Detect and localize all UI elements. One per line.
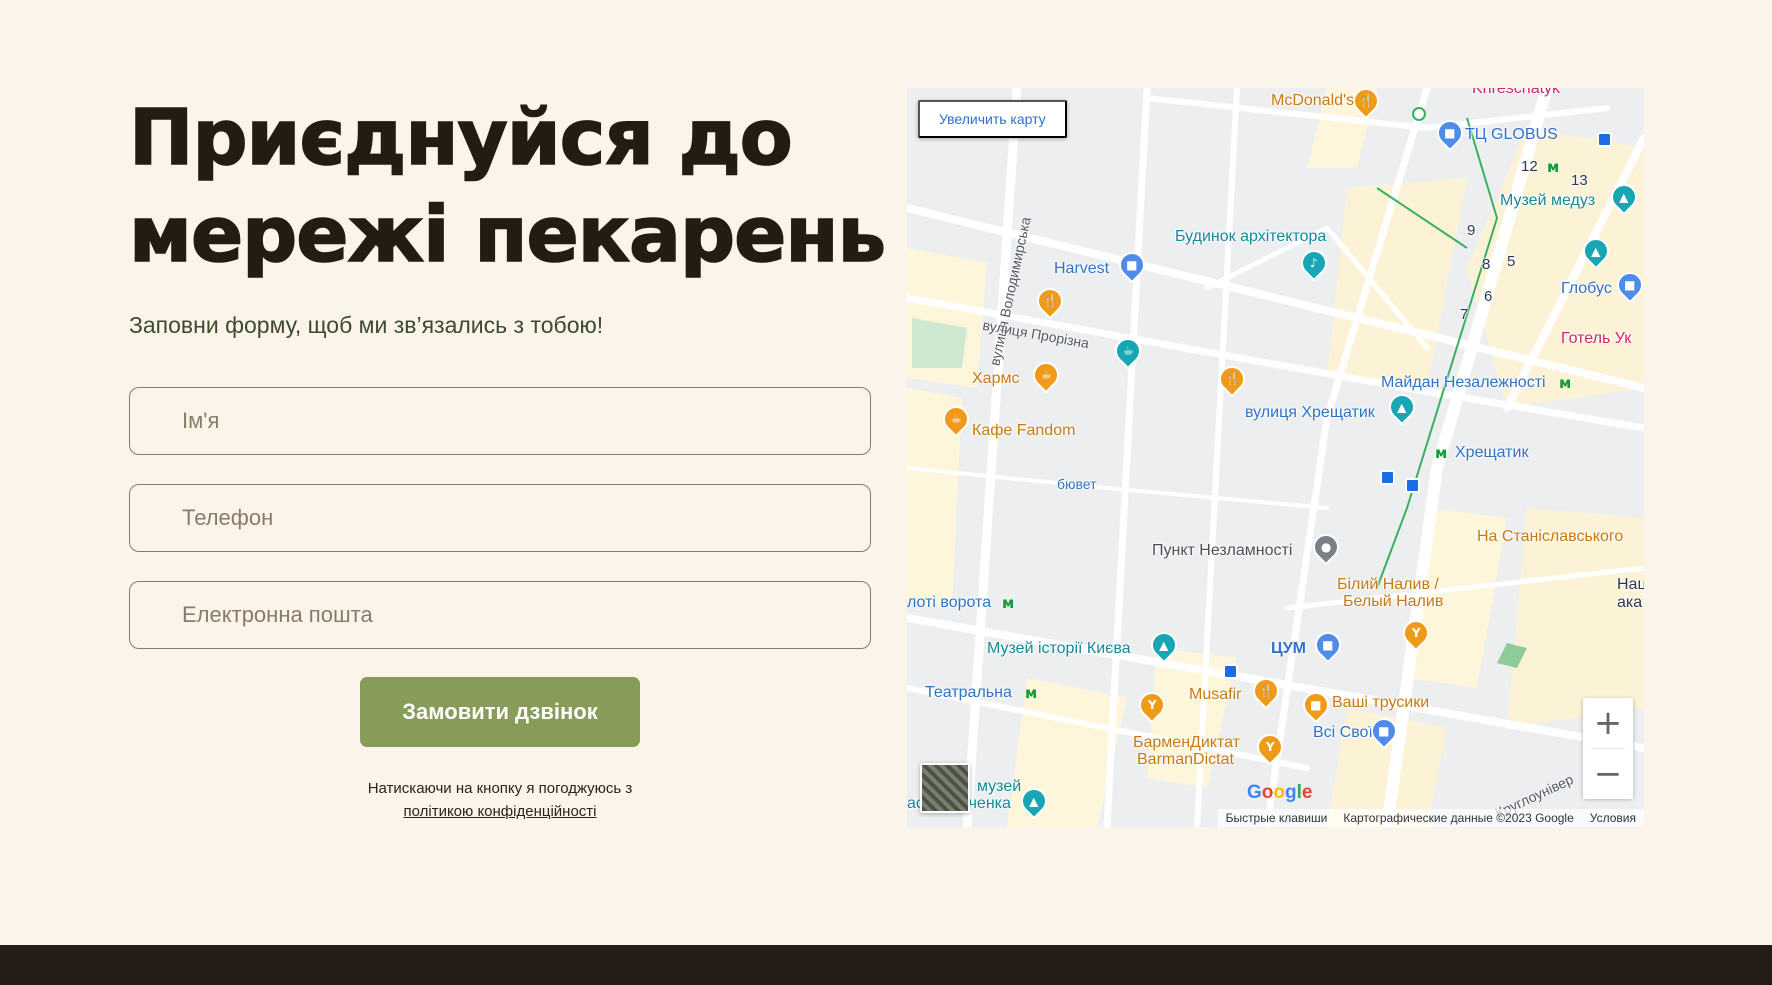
enlarge-map-button[interactable]: Увеличить карту: [918, 100, 1067, 138]
metro-icon: м: [1025, 684, 1038, 702]
map-attribution: Быстрые клавиши Картографические данные …: [1217, 809, 1644, 827]
email-field-wrapper: [129, 581, 871, 649]
bus-stop-icon[interactable]: [1405, 478, 1420, 493]
name-input[interactable]: [182, 388, 870, 454]
poi-vashi[interactable]: Ваші трусики: [1332, 694, 1429, 712]
num-7: 7: [1460, 306, 1469, 323]
zoom-out-button[interactable]: −: [1583, 749, 1633, 799]
poi-fandom[interactable]: Кафе Fandom: [972, 422, 1075, 440]
poi-buvet: бювет: [1057, 476, 1097, 492]
bus-stop-icon[interactable]: [1223, 664, 1238, 679]
bus-stop-icon[interactable]: [1597, 132, 1612, 147]
google-map[interactable]: Увеличить карту вулиця Володимирська вул…: [907, 88, 1644, 827]
poi-barmen-1[interactable]: БарменДиктат: [1133, 734, 1240, 752]
poi-hotel[interactable]: Готель Ук: [1561, 330, 1631, 348]
metro-icon: м: [1002, 594, 1015, 612]
poi-muzei-medusa[interactable]: Музей медуз: [1500, 192, 1595, 210]
poi-vsi-svoi[interactable]: Всі Свої: [1313, 724, 1373, 742]
poi-nas-1: Нац: [1617, 576, 1644, 593]
poi-globus[interactable]: Глобус: [1561, 280, 1612, 298]
submit-wrap: Замовити дзвінок: [129, 677, 871, 747]
bus-stop-icon[interactable]: [1380, 470, 1395, 485]
num-12: 12: [1521, 158, 1538, 175]
keyboard-shortcuts-link[interactable]: Быстрые клавиши: [1226, 811, 1328, 825]
metro-icon: м: [1435, 444, 1448, 462]
map-data-text: Картографические данные ©2023 Google: [1343, 811, 1574, 825]
poi-nas-2: ака: [1617, 594, 1643, 611]
poi-harvest[interactable]: Harvest: [1054, 260, 1109, 278]
join-section: Приєднуйся до мережі пекарень Заповни фо…: [128, 90, 887, 823]
num-8: 8: [1482, 256, 1491, 273]
name-field-wrapper: [129, 387, 871, 455]
poi-barmen-2[interactable]: BarmanDictat: [1137, 751, 1234, 769]
subtitle: Заповни форму, щоб ми зв’язались з тобою…: [129, 312, 604, 338]
poi-muzei-1[interactable]: музей: [977, 778, 1021, 796]
satellite-layer-toggle[interactable]: [920, 763, 970, 813]
callback-form: Замовити дзвінок Натискаючи на кнопку я …: [129, 387, 871, 823]
consent-note: Натискаючи на кнопку я погоджуюсь з полі…: [129, 777, 871, 823]
zoom-controls: + −: [1583, 698, 1633, 799]
num-13: 13: [1571, 172, 1588, 189]
google-logo: Google: [1247, 782, 1313, 803]
poi-musafir[interactable]: Musafir: [1189, 686, 1241, 704]
poi-museum-kyiv[interactable]: Музей історії Києва: [987, 640, 1131, 658]
phone-input[interactable]: [182, 485, 870, 551]
footer-band: [0, 945, 1772, 985]
num-6: 6: [1484, 288, 1493, 305]
num-5: 5: [1507, 253, 1516, 270]
consent-text: Натискаючи на кнопку я погоджуюсь з: [367, 780, 633, 797]
title-line-1: Приєднуйся до: [128, 93, 793, 184]
email-input[interactable]: [182, 582, 870, 648]
phone-field-wrapper: [129, 484, 871, 552]
page-title: Приєднуйся до мережі пекарень: [128, 90, 887, 284]
poi-stanislavsky[interactable]: На Станіславського: [1477, 528, 1623, 546]
poi-mcdonalds[interactable]: McDonald's: [1271, 92, 1354, 110]
poi-bilyi-naliv-1[interactable]: Білий Налив /: [1337, 576, 1439, 594]
order-call-button[interactable]: Замовити дзвінок: [360, 677, 640, 747]
poi-teatralna[interactable]: Театральна: [925, 684, 1012, 702]
poi-bilyi-naliv-2[interactable]: Белый Налив: [1343, 593, 1443, 611]
zoom-in-button[interactable]: +: [1583, 698, 1633, 748]
poi-khreschatyk-top[interactable]: Khreschatyk: [1472, 88, 1560, 98]
poi-zoloti[interactable]: лоті ворота: [907, 594, 991, 612]
poi-khreshchatyk[interactable]: Хрещатик: [1455, 444, 1528, 462]
metro-icon: м: [1559, 374, 1572, 392]
poi-tsum[interactable]: ЦУМ: [1271, 640, 1306, 658]
poi-punkt[interactable]: Пункт Незламності: [1152, 542, 1292, 560]
poi-khreshchatyk-street[interactable]: вулиця Хрещатик: [1245, 404, 1375, 422]
privacy-policy-link[interactable]: політикою конфіденційності: [129, 800, 871, 823]
num-9: 9: [1467, 222, 1476, 239]
page: Приєднуйся до мережі пекарень Заповни фо…: [0, 0, 1772, 945]
terms-link[interactable]: Условия: [1590, 811, 1636, 825]
poi-kharms[interactable]: Хармс: [972, 370, 1019, 388]
poi-maidan[interactable]: Майдан Незалежності: [1381, 374, 1546, 392]
poi-tc-globus[interactable]: ТЦ GLOBUS: [1465, 126, 1558, 144]
metro-icon: м: [1547, 158, 1560, 176]
poi-budynok[interactable]: Будинок архітектора: [1175, 228, 1326, 246]
title-line-2: мережі пекарень: [128, 190, 887, 281]
